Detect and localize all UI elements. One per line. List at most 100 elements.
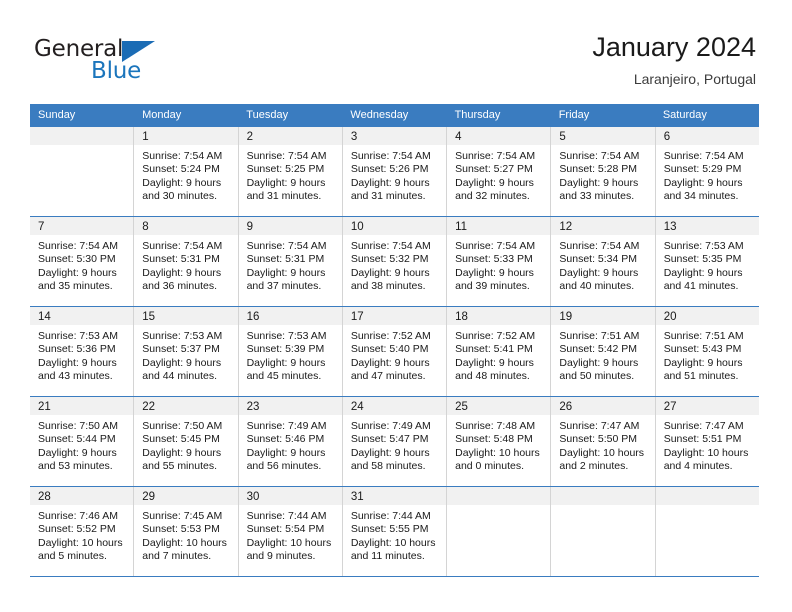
sunrise-text: Sunrise: 7:54 AM [142,240,223,252]
day-number-band: 10 [342,217,447,235]
day-number: 6 [663,131,671,143]
day-cell[interactable]: 26 Sunrise: 7:47 AM Sunset: 5:50 PM Dayl… [551,397,656,486]
day-cell[interactable]: 27 Sunrise: 7:47 AM Sunset: 5:51 PM Dayl… [655,397,759,486]
sunrise-text: Sunrise: 7:54 AM [350,240,431,252]
sunrise-text: Sunrise: 7:52 AM [455,330,536,342]
daylight-text: Daylight: 9 hours and 33 minutes. [559,176,639,203]
day-info: Sunrise: 7:51 AM Sunset: 5:42 PM Dayligh… [551,325,654,384]
day-cell[interactable]: 16 Sunrise: 7:53 AM Sunset: 5:39 PM Dayl… [238,307,343,396]
sunrise-text: Sunrise: 7:44 AM [246,510,327,522]
day-cell[interactable]: 13 Sunrise: 7:53 AM Sunset: 5:35 PM Dayl… [655,217,759,306]
weekday-header-thursday: Thursday [454,109,501,121]
day-cell[interactable]: 4 Sunrise: 7:54 AM Sunset: 5:27 PM Dayli… [447,127,552,216]
day-number: 23 [246,401,260,413]
daylight-text: Daylight: 9 hours and 34 minutes. [663,176,743,203]
day-info: Sunrise: 7:54 AM Sunset: 5:33 PM Dayligh… [447,235,550,294]
day-cell[interactable]: 11 Sunrise: 7:54 AM Sunset: 5:33 PM Dayl… [447,217,552,306]
daylight-text: Daylight: 9 hours and 31 minutes. [350,176,430,203]
day-number-band: 16 [238,307,342,325]
daylight-text: Daylight: 9 hours and 37 minutes. [246,266,326,293]
day-info: Sunrise: 7:54 AM Sunset: 5:32 PM Dayligh… [343,235,446,294]
calendar-bottom-border [30,576,759,577]
day-number-band: 7 [30,217,134,235]
daylight-text: Daylight: 9 hours and 39 minutes. [455,266,534,293]
day-cell[interactable]: 19 Sunrise: 7:51 AM Sunset: 5:42 PM Dayl… [551,307,656,396]
day-cell[interactable]: 18 Sunrise: 7:52 AM Sunset: 5:41 PM Dayl… [447,307,552,396]
day-cell[interactable]: 1 Sunrise: 7:54 AM Sunset: 5:24 PM Dayli… [134,127,239,216]
day-cell[interactable]: 14 Sunrise: 7:53 AM Sunset: 5:36 PM Dayl… [30,307,135,396]
day-info: Sunrise: 7:54 AM Sunset: 5:24 PM Dayligh… [134,145,237,204]
general-blue-logo[interactable]: General Blue [34,36,214,88]
day-number: 31 [350,491,364,503]
weekday-header-friday: Friday [558,109,590,121]
sunset-text: Sunset: 5:50 PM [559,433,638,446]
day-cell[interactable]: 21 Sunrise: 7:50 AM Sunset: 5:44 PM Dayl… [30,397,135,486]
day-number-band [30,127,134,145]
day-cell[interactable]: 30 Sunrise: 7:44 AM Sunset: 5:54 PM Dayl… [238,487,343,576]
day-cell[interactable]: 25 Sunrise: 7:48 AM Sunset: 5:48 PM Dayl… [447,397,552,486]
day-number-band: 1 [134,127,238,145]
day-number-band: 25 [447,397,551,415]
day-cell[interactable]: 20 Sunrise: 7:51 AM Sunset: 5:43 PM Dayl… [655,307,759,396]
page-subtitle: Laranjeiro, Portugal [633,71,756,87]
day-cell[interactable]: 17 Sunrise: 7:52 AM Sunset: 5:40 PM Dayl… [342,307,448,396]
day-info: Sunrise: 7:53 AM Sunset: 5:37 PM Dayligh… [134,325,237,384]
day-number-band: 30 [238,487,342,505]
sunset-text: Sunset: 5:48 PM [455,433,533,446]
calendar-week-row: 7 Sunrise: 7:54 AM Sunset: 5:30 PM Dayli… [30,216,759,306]
sunrise-text: Sunrise: 7:54 AM [559,150,640,162]
day-cell[interactable]: 29 Sunrise: 7:45 AM Sunset: 5:53 PM Dayl… [134,487,239,576]
sunset-text: Sunset: 5:51 PM [663,433,742,446]
day-cell[interactable]: 31 Sunrise: 7:44 AM Sunset: 5:55 PM Dayl… [342,487,448,576]
day-number-band: 14 [30,307,134,325]
day-number: 8 [142,221,149,233]
day-info: Sunrise: 7:53 AM Sunset: 5:39 PM Dayligh… [239,325,342,384]
day-cell[interactable]: 23 Sunrise: 7:49 AM Sunset: 5:46 PM Dayl… [238,397,343,486]
day-cell[interactable]: 15 Sunrise: 7:53 AM Sunset: 5:37 PM Dayl… [134,307,239,396]
day-number-band: 8 [134,217,238,235]
daylight-text: Daylight: 9 hours and 50 minutes. [559,356,639,383]
day-cell[interactable]: 3 Sunrise: 7:54 AM Sunset: 5:26 PM Dayli… [342,127,448,216]
day-number-band: 19 [551,307,655,325]
day-info: Sunrise: 7:48 AM Sunset: 5:48 PM Dayligh… [447,415,550,474]
sunrise-text: Sunrise: 7:52 AM [350,330,431,342]
sunrise-text: Sunrise: 7:48 AM [455,420,536,432]
day-cell[interactable]: 9 Sunrise: 7:54 AM Sunset: 5:31 PM Dayli… [238,217,343,306]
sunset-text: Sunset: 5:53 PM [142,523,220,536]
day-number: 10 [350,221,364,233]
day-info: Sunrise: 7:51 AM Sunset: 5:43 PM Dayligh… [656,325,759,384]
day-cell[interactable]: 10 Sunrise: 7:54 AM Sunset: 5:32 PM Dayl… [342,217,448,306]
sunset-text: Sunset: 5:31 PM [246,253,325,266]
page-title: January 2024 [592,32,756,62]
day-cell[interactable]: 2 Sunrise: 7:54 AM Sunset: 5:25 PM Dayli… [238,127,343,216]
day-number: 13 [663,221,677,233]
day-info: Sunrise: 7:50 AM Sunset: 5:44 PM Dayligh… [30,415,133,474]
logo-text-blue: Blue [91,58,142,84]
day-cell[interactable]: 6 Sunrise: 7:54 AM Sunset: 5:29 PM Dayli… [655,127,759,216]
day-cell [447,487,552,576]
day-cell [551,487,656,576]
day-number-band: 24 [342,397,447,415]
day-cell[interactable]: 8 Sunrise: 7:54 AM Sunset: 5:31 PM Dayli… [134,217,239,306]
day-number: 18 [455,311,468,323]
day-cell[interactable]: 22 Sunrise: 7:50 AM Sunset: 5:45 PM Dayl… [134,397,239,486]
day-number-band: 13 [655,217,759,235]
day-cell[interactable]: 7 Sunrise: 7:54 AM Sunset: 5:30 PM Dayli… [30,217,135,306]
sunrise-text: Sunrise: 7:46 AM [38,510,118,522]
sunset-text: Sunset: 5:25 PM [246,163,325,176]
day-cell[interactable]: 5 Sunrise: 7:54 AM Sunset: 5:28 PM Dayli… [551,127,656,216]
day-cell[interactable]: 24 Sunrise: 7:49 AM Sunset: 5:47 PM Dayl… [342,397,448,486]
sunrise-text: Sunrise: 7:53 AM [142,330,223,342]
day-info: Sunrise: 7:54 AM Sunset: 5:31 PM Dayligh… [239,235,342,294]
calendar-page: General Blue January 2024 Laranjeiro, Po… [0,0,792,612]
sunrise-text: Sunrise: 7:53 AM [38,330,118,342]
day-number: 1 [142,131,149,143]
day-cell[interactable]: 28 Sunrise: 7:46 AM Sunset: 5:52 PM Dayl… [30,487,135,576]
day-cell[interactable]: 12 Sunrise: 7:54 AM Sunset: 5:34 PM Dayl… [551,217,656,306]
day-number: 4 [455,131,462,143]
day-number-band: 11 [447,217,551,235]
weekday-header-sunday: Sunday [38,109,76,121]
day-info: Sunrise: 7:54 AM Sunset: 5:30 PM Dayligh… [30,235,133,294]
daylight-text: Daylight: 10 hours and 11 minutes. [350,536,436,563]
sunrise-text: Sunrise: 7:54 AM [246,150,327,162]
